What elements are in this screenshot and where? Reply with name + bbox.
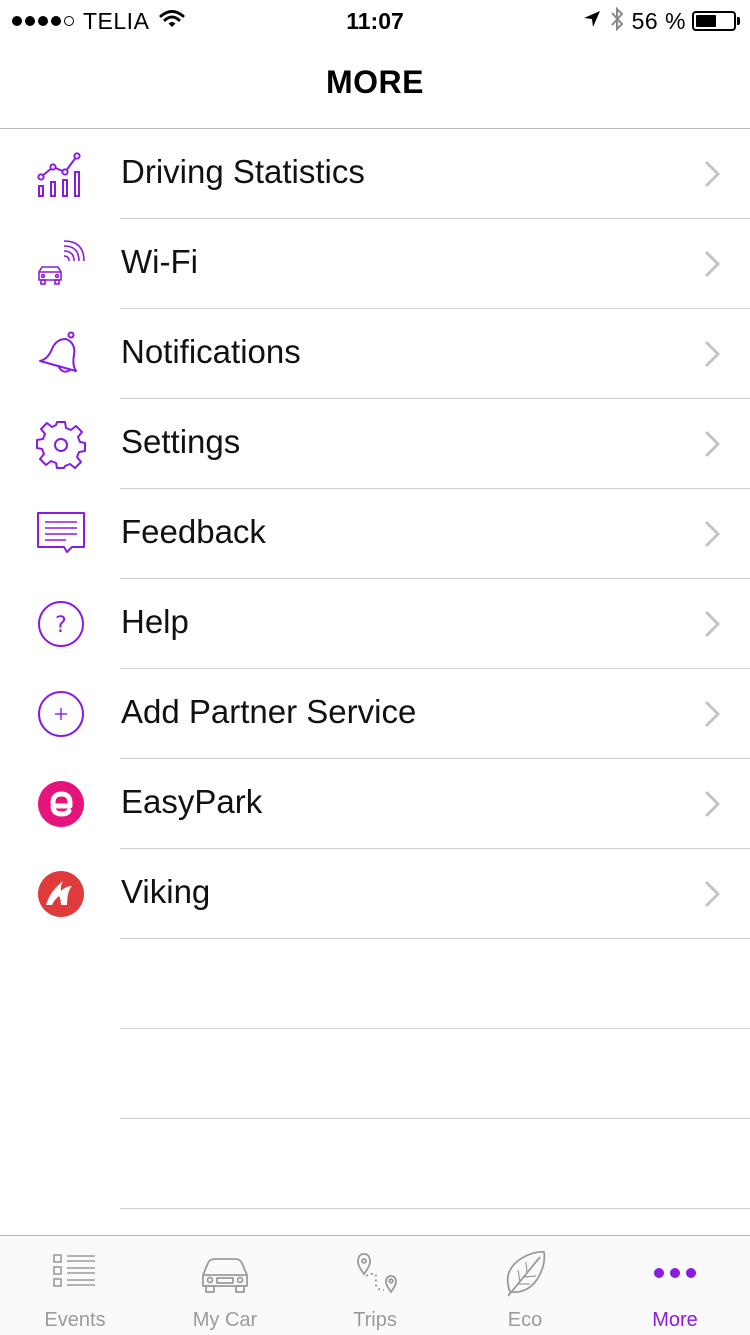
list-icon [50, 1248, 100, 1298]
menu-item-label: Viking [121, 873, 211, 910]
route-icon [350, 1248, 400, 1298]
status-right: 56 % [582, 6, 740, 36]
menu-item-label: Notifications [121, 333, 301, 370]
empty-row [0, 1119, 750, 1209]
empty-row [0, 1029, 750, 1119]
menu-item-driving-statistics[interactable]: Driving Statistics [0, 129, 750, 219]
battery-level-fill [696, 15, 716, 27]
menu-item-notifications[interactable]: Notifications [0, 309, 750, 399]
chevron-right-icon [702, 789, 722, 819]
menu-item-feedback[interactable]: Feedback [0, 489, 750, 579]
menu-item-settings[interactable]: Settings [0, 399, 750, 489]
viking-logo [36, 869, 86, 919]
more-menu-list: Driving Statistics Wi-Fi Notifications S… [0, 129, 750, 1209]
battery-percent: 56 % [631, 7, 686, 34]
tab-label: Eco [507, 1309, 543, 1331]
page-title: MORE [326, 64, 424, 100]
bell-icon [36, 329, 86, 379]
row-divider [120, 1208, 750, 1209]
bluetooth-icon [610, 6, 624, 36]
status-bar: TELIA 11:07 56 % [0, 0, 750, 42]
plus-circle-icon [36, 689, 86, 739]
tab-bar: Events My Car Trips Eco More [0, 1235, 750, 1335]
menu-item-label: Wi-Fi [121, 243, 198, 280]
chevron-right-icon [702, 159, 722, 189]
menu-item-label: EasyPark [121, 783, 263, 820]
message-icon [36, 509, 86, 559]
tab-label: Trips [353, 1309, 397, 1331]
chevron-right-icon [702, 429, 722, 459]
menu-item-add-partner-service[interactable]: Add Partner Service [0, 669, 750, 759]
chevron-right-icon [702, 609, 722, 639]
chevron-right-icon [702, 879, 722, 909]
navigation-bar: MORE [0, 42, 750, 129]
location-arrow-icon [582, 9, 602, 34]
svg-text:?: ? [55, 613, 67, 638]
menu-item-help[interactable]: ? Help [0, 579, 750, 669]
tab-eco[interactable]: Eco [450, 1236, 600, 1335]
chevron-right-icon [702, 519, 722, 549]
question-icon: ? [36, 599, 86, 649]
gear-icon [36, 419, 86, 469]
menu-item-label: Help [121, 603, 189, 640]
battery-tip [737, 17, 740, 25]
tab-label: My Car [192, 1309, 258, 1331]
chevron-right-icon [702, 339, 722, 369]
chevron-right-icon [702, 699, 722, 729]
menu-item-label: Add Partner Service [121, 693, 417, 730]
chevron-right-icon [702, 249, 722, 279]
tab-more[interactable]: More [600, 1236, 750, 1335]
car-icon [200, 1248, 250, 1298]
tab-trips[interactable]: Trips [300, 1236, 450, 1335]
menu-item-wifi[interactable]: Wi-Fi [0, 219, 750, 309]
car-wifi-icon [36, 239, 86, 289]
menu-item-viking[interactable]: Viking [0, 849, 750, 939]
menu-item-label: Feedback [121, 513, 266, 550]
empty-row [0, 939, 750, 1029]
tab-events[interactable]: Events [0, 1236, 150, 1335]
chart-icon [36, 149, 86, 199]
easypark-logo [36, 779, 86, 829]
menu-item-label: Driving Statistics [121, 153, 365, 190]
more-dots-icon [650, 1248, 700, 1298]
menu-item-easypark[interactable]: EasyPark [0, 759, 750, 849]
tab-my-car[interactable]: My Car [150, 1236, 300, 1335]
leaf-icon [500, 1248, 550, 1298]
menu-item-label: Settings [121, 423, 241, 460]
tab-label: Events [44, 1309, 106, 1331]
battery-icon [692, 11, 736, 31]
tab-label: More [652, 1309, 698, 1331]
